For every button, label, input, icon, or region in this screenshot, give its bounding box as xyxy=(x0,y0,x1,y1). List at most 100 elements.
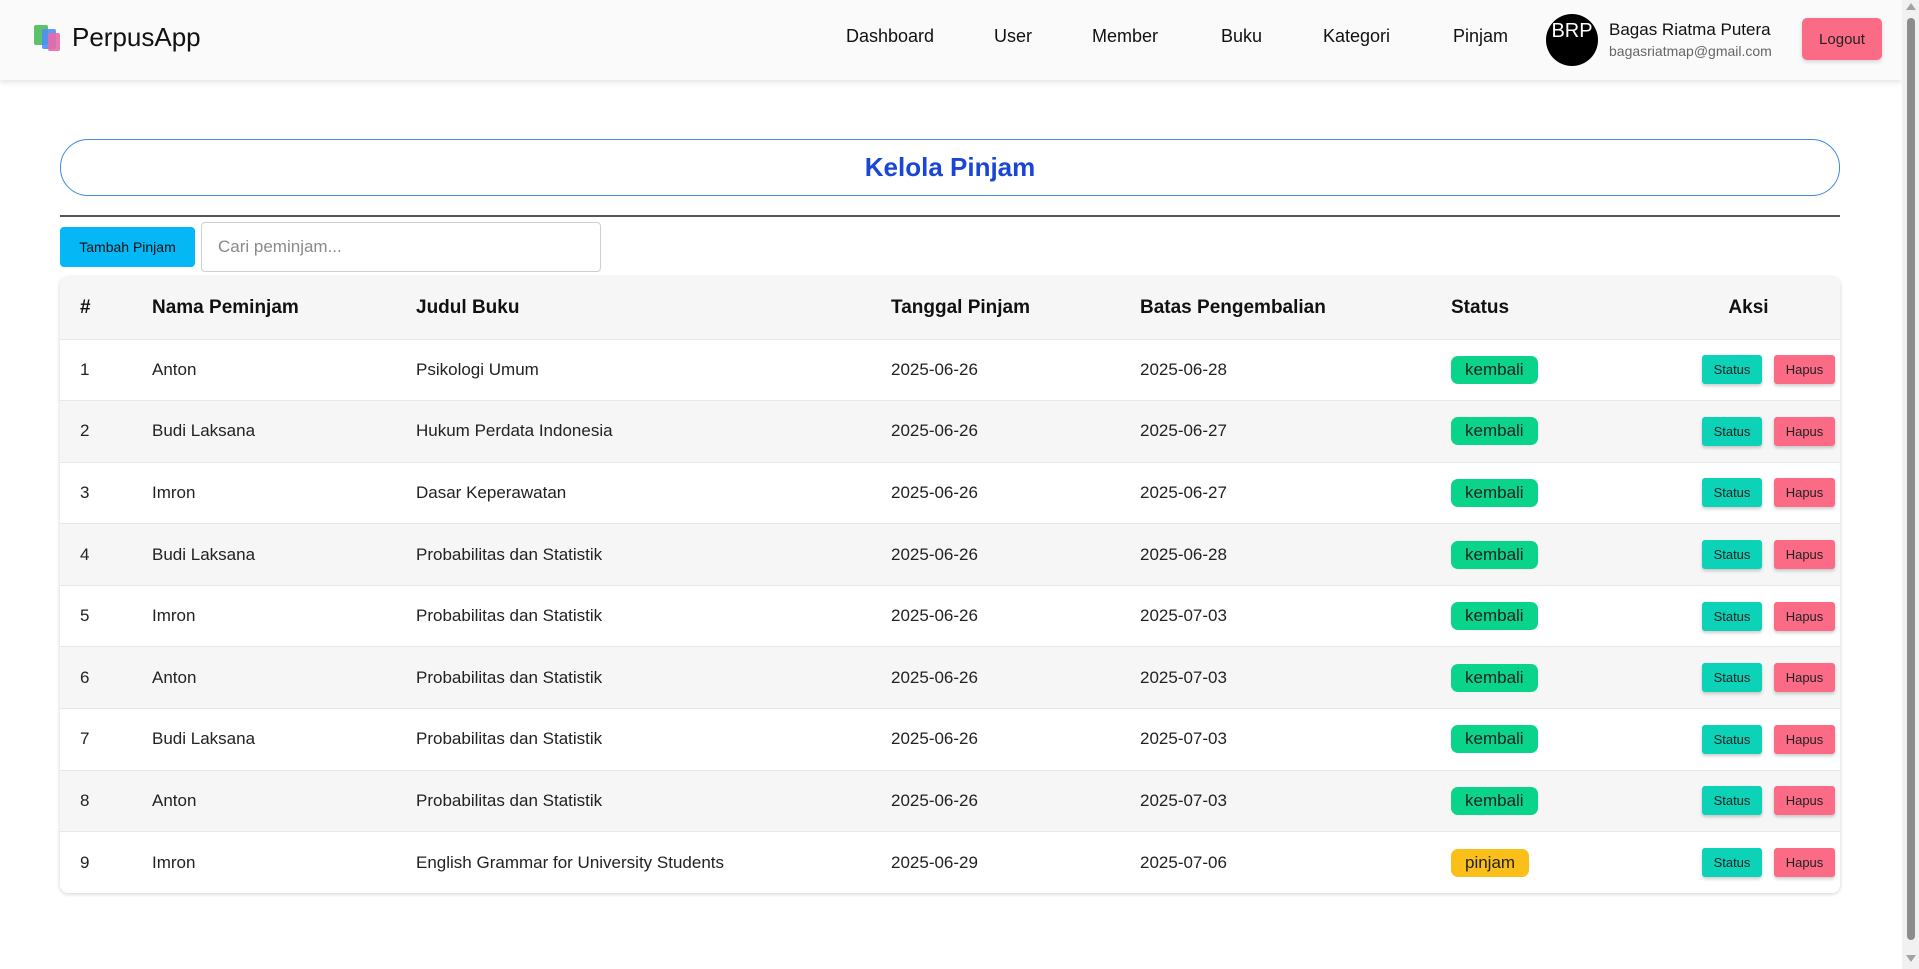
cell-book-title: Hukum Perdata Indonesia xyxy=(416,400,891,463)
change-status-button[interactable]: Status xyxy=(1702,724,1762,754)
cell-loan-date: 2025-06-26 xyxy=(891,461,1140,524)
scroll-up-arrow-icon[interactable] xyxy=(1906,3,1916,10)
cell-borrower-name: Imron xyxy=(152,584,416,647)
cell-due-date: 2025-06-27 xyxy=(1140,461,1451,524)
change-status-button[interactable]: Status xyxy=(1702,848,1762,878)
cell-status: kembali xyxy=(1451,461,1657,524)
navbar: PerpusApp Dashboard User Member Buku Kat… xyxy=(0,0,1902,80)
user-email: bagasriatmap@gmail.com xyxy=(1609,43,1772,59)
brand[interactable]: PerpusApp xyxy=(34,22,201,53)
cell-actions: Status Hapus xyxy=(1657,708,1840,771)
cell-loan-date: 2025-06-26 xyxy=(891,523,1140,586)
delete-button[interactable]: Hapus xyxy=(1774,416,1835,446)
cell-book-title: Probabilitas dan Statistik xyxy=(416,708,891,771)
table-row: 4 Budi Laksana Probabilitas dan Statistik 2… xyxy=(60,523,1840,586)
brand-name: PerpusApp xyxy=(72,22,201,52)
nav-link-pinjam[interactable]: Pinjam xyxy=(1453,26,1508,47)
divider xyxy=(60,215,1840,217)
cell-borrower-name: Budi Laksana xyxy=(152,400,416,463)
cell-due-date: 2025-07-03 xyxy=(1140,708,1451,771)
delete-button[interactable]: Hapus xyxy=(1774,663,1835,693)
cell-number: 6 xyxy=(60,646,152,709)
delete-button[interactable]: Hapus xyxy=(1774,540,1835,570)
cell-due-date: 2025-07-06 xyxy=(1140,831,1451,894)
cell-loan-date: 2025-06-26 xyxy=(891,646,1140,709)
scrollbar[interactable] xyxy=(1902,0,1919,969)
change-status-button[interactable]: Status xyxy=(1702,355,1762,385)
delete-button[interactable]: Hapus xyxy=(1774,848,1835,878)
cell-status: kembali xyxy=(1451,646,1657,709)
change-status-button[interactable]: Status xyxy=(1702,416,1762,446)
change-status-button[interactable]: Status xyxy=(1702,601,1762,631)
cell-status: kembali xyxy=(1451,400,1657,463)
search-input[interactable] xyxy=(201,222,601,272)
cell-loan-date: 2025-06-26 xyxy=(891,769,1140,832)
delete-button[interactable]: Hapus xyxy=(1774,478,1835,508)
cell-due-date: 2025-07-03 xyxy=(1140,646,1451,709)
delete-button[interactable]: Hapus xyxy=(1774,601,1835,631)
delete-button[interactable]: Hapus xyxy=(1774,355,1835,385)
column-header-actions: Aksi xyxy=(1657,277,1840,339)
logout-button[interactable]: Logout xyxy=(1802,18,1882,60)
cell-loan-date: 2025-06-26 xyxy=(891,708,1140,771)
cell-actions: Status Hapus xyxy=(1657,646,1840,709)
cell-due-date: 2025-06-28 xyxy=(1140,338,1451,401)
cell-book-title: Probabilitas dan Statistik xyxy=(416,769,891,832)
cell-loan-date: 2025-06-26 xyxy=(891,338,1140,401)
change-status-button[interactable]: Status xyxy=(1702,540,1762,570)
cell-actions: Status Hapus xyxy=(1657,769,1840,832)
cell-status: kembali xyxy=(1451,769,1657,832)
change-status-button[interactable]: Status xyxy=(1702,786,1762,816)
status-badge: pinjam xyxy=(1451,848,1530,877)
column-header-loan-date: Tanggal Pinjam xyxy=(891,277,1140,339)
nav-link-kategori[interactable]: Kategori xyxy=(1323,26,1390,47)
scroll-down-arrow-icon[interactable] xyxy=(1906,955,1916,962)
user-name: Bagas Riatma Putera xyxy=(1609,20,1771,39)
cell-borrower-name: Imron xyxy=(152,831,416,894)
cell-status: kembali xyxy=(1451,584,1657,647)
column-header-due-date: Batas Pengembalian xyxy=(1140,277,1451,339)
nav-link-member[interactable]: Member xyxy=(1092,26,1158,47)
cell-borrower-name: Anton xyxy=(152,338,416,401)
cell-actions: Status Hapus xyxy=(1657,523,1840,586)
delete-button[interactable]: Hapus xyxy=(1774,724,1835,754)
table-row: 8 Anton Probabilitas dan Statistik 2025-06-… xyxy=(60,769,1840,832)
cell-number: 4 xyxy=(60,523,152,586)
table-row: 6 Anton Probabilitas dan Statistik 2025-06-… xyxy=(60,646,1840,709)
cell-loan-date: 2025-06-26 xyxy=(891,584,1140,647)
cell-due-date: 2025-07-03 xyxy=(1140,584,1451,647)
cell-book-title: Probabilitas dan Statistik xyxy=(416,584,891,647)
change-status-button[interactable]: Status xyxy=(1702,663,1762,693)
table-row: 2 Budi Laksana Hukum Perdata Indonesia 2025… xyxy=(60,400,1840,463)
cell-borrower-name: Anton xyxy=(152,769,416,832)
cell-status: kembali xyxy=(1451,708,1657,771)
change-status-button[interactable]: Status xyxy=(1702,478,1762,508)
nav-link-buku[interactable]: Buku xyxy=(1221,26,1262,47)
table-row: 7 Budi Laksana Probabilitas dan Statistik 2… xyxy=(60,708,1840,771)
status-badge: kembali xyxy=(1451,540,1538,569)
cell-actions: Status Hapus xyxy=(1657,338,1840,401)
table-header-row: # Nama Peminjam Judul Buku Tanggal Pinja… xyxy=(60,277,1840,339)
table-body: 1 Anton Psikologi Umum 2025-06-26 2025-06-28… xyxy=(60,338,1840,894)
table-row: 1 Anton Psikologi Umum 2025-06-26 2025-06-28… xyxy=(60,338,1840,401)
cell-number: 7 xyxy=(60,708,152,771)
status-badge: kembali xyxy=(1451,786,1538,815)
loans-table: # Nama Peminjam Judul Buku Tanggal Pinja… xyxy=(60,277,1840,894)
avatar[interactable]: BRP xyxy=(1546,14,1598,66)
column-header-book: Judul Buku xyxy=(416,277,891,339)
nav-link-dashboard[interactable]: Dashboard xyxy=(846,26,934,47)
cell-book-title: Probabilitas dan Statistik xyxy=(416,646,891,709)
add-loan-button[interactable]: Tambah Pinjam xyxy=(60,227,195,267)
cell-book-title: English Grammar for University Students xyxy=(416,831,891,894)
scrollbar-thumb[interactable] xyxy=(1907,18,1915,940)
status-badge: kembali xyxy=(1451,355,1538,384)
cell-loan-date: 2025-06-29 xyxy=(891,831,1140,894)
cell-book-title: Dasar Keperawatan xyxy=(416,461,891,524)
cell-actions: Status Hapus xyxy=(1657,584,1840,647)
cell-borrower-name: Imron xyxy=(152,461,416,524)
nav-link-user[interactable]: User xyxy=(994,26,1032,47)
cell-borrower-name: Budi Laksana xyxy=(152,523,416,586)
table-row: 5 Imron Probabilitas dan Statistik 2025-06-… xyxy=(60,584,1840,647)
cell-actions: Status Hapus xyxy=(1657,831,1840,894)
delete-button[interactable]: Hapus xyxy=(1774,786,1835,816)
